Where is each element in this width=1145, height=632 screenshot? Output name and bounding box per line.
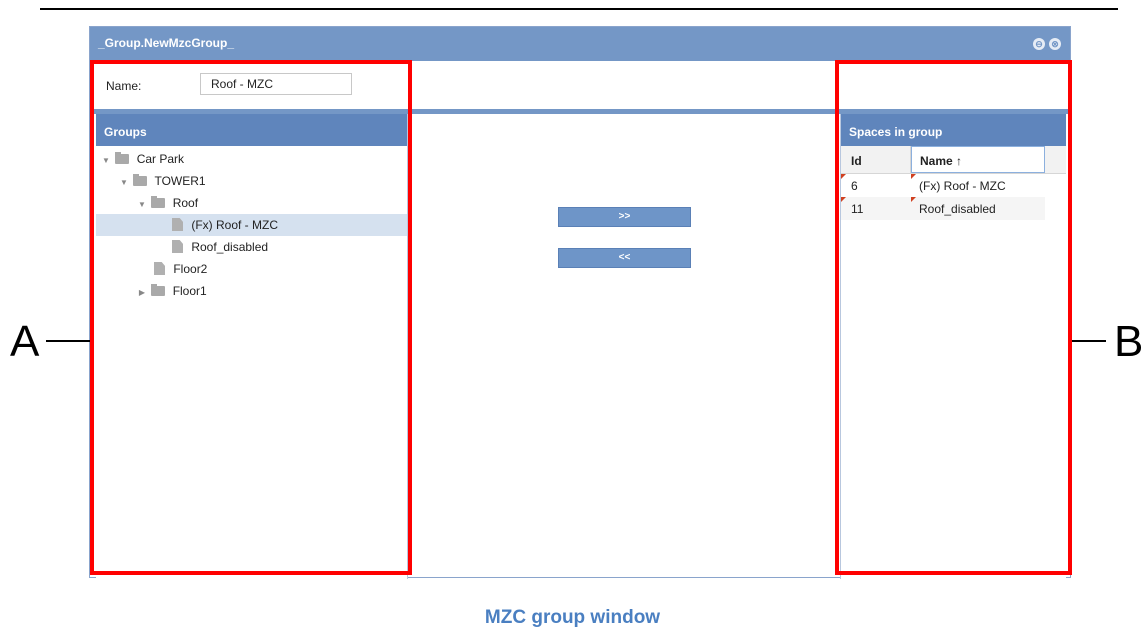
figure-caption: MZC group window — [484, 607, 661, 628]
highlight-box-a — [90, 60, 412, 575]
close-icon[interactable]: ⊗ — [1049, 38, 1061, 50]
remove-from-group-button[interactable]: << — [558, 248, 691, 268]
callout-line-b — [1072, 340, 1106, 342]
callout-letter-b: B — [1114, 317, 1144, 366]
highlight-box-b — [835, 60, 1072, 575]
add-to-group-button[interactable]: >> — [558, 207, 691, 227]
top-rule — [40, 8, 1118, 10]
window-title: _Group.NewMzcGroup_ — [98, 36, 235, 50]
callout-line-a — [46, 340, 90, 342]
minimize-icon[interactable]: ⊖ — [1033, 38, 1045, 50]
window-titlebar[interactable]: _Group.NewMzcGroup_ ⊖ ⊗ — [90, 27, 1070, 61]
callout-letter-a: A — [10, 317, 40, 366]
